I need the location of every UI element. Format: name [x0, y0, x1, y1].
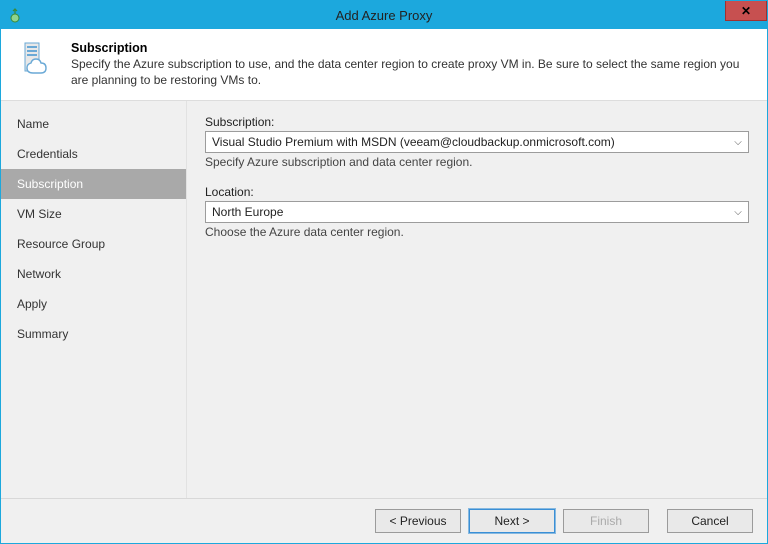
subscription-value: Visual Studio Premium with MSDN (veeam@c… — [212, 135, 615, 149]
chevron-down-icon: ⌵ — [730, 207, 746, 218]
page-description: Specify the Azure subscription to use, a… — [71, 56, 753, 88]
wizard-window: Add Azure Proxy ✕ Subscription Specify t… — [0, 0, 768, 544]
app-icon — [7, 7, 23, 23]
location-label: Location: — [205, 185, 749, 199]
sidebar-item-vm-size[interactable]: VM Size — [1, 199, 186, 229]
subscription-field-group: Subscription: Visual Studio Premium with… — [205, 115, 749, 169]
close-icon: ✕ — [741, 5, 751, 17]
sidebar-item-apply[interactable]: Apply — [1, 289, 186, 319]
close-button[interactable]: ✕ — [725, 1, 767, 21]
sidebar-item-resource-group[interactable]: Resource Group — [1, 229, 186, 259]
subscription-label: Subscription: — [205, 115, 749, 129]
page-title: Subscription — [71, 41, 753, 55]
sidebar-item-subscription[interactable]: Subscription — [1, 169, 186, 199]
cancel-button[interactable]: Cancel — [667, 509, 753, 533]
sidebar-item-network[interactable]: Network — [1, 259, 186, 289]
wizard-header: Subscription Specify the Azure subscript… — [1, 29, 767, 101]
sidebar-item-credentials[interactable]: Credentials — [1, 139, 186, 169]
wizard-steps-sidebar: Name Credentials Subscription VM Size Re… — [1, 101, 187, 498]
sidebar-item-name[interactable]: Name — [1, 109, 186, 139]
location-hint: Choose the Azure data center region. — [205, 225, 749, 239]
location-value: North Europe — [212, 205, 283, 219]
subscription-combobox[interactable]: Visual Studio Premium with MSDN (veeam@c… — [205, 131, 749, 153]
finish-button: Finish — [563, 509, 649, 533]
wizard-main-panel: Subscription: Visual Studio Premium with… — [187, 101, 767, 498]
next-button[interactable]: Next > — [469, 509, 555, 533]
location-combobox[interactable]: North Europe ⌵ — [205, 201, 749, 223]
sidebar-item-summary[interactable]: Summary — [1, 319, 186, 349]
wizard-footer: < Previous Next > Finish Cancel — [1, 498, 767, 543]
header-text: Subscription Specify the Azure subscript… — [71, 39, 753, 88]
chevron-down-icon: ⌵ — [730, 137, 746, 148]
server-cloud-icon — [15, 39, 59, 83]
location-field-group: Location: North Europe ⌵ Choose the Azur… — [205, 185, 749, 239]
window-title: Add Azure Proxy — [1, 8, 767, 23]
subscription-hint: Specify Azure subscription and data cent… — [205, 155, 749, 169]
titlebar: Add Azure Proxy ✕ — [1, 1, 767, 29]
previous-button[interactable]: < Previous — [375, 509, 461, 533]
wizard-body: Name Credentials Subscription VM Size Re… — [1, 101, 767, 498]
